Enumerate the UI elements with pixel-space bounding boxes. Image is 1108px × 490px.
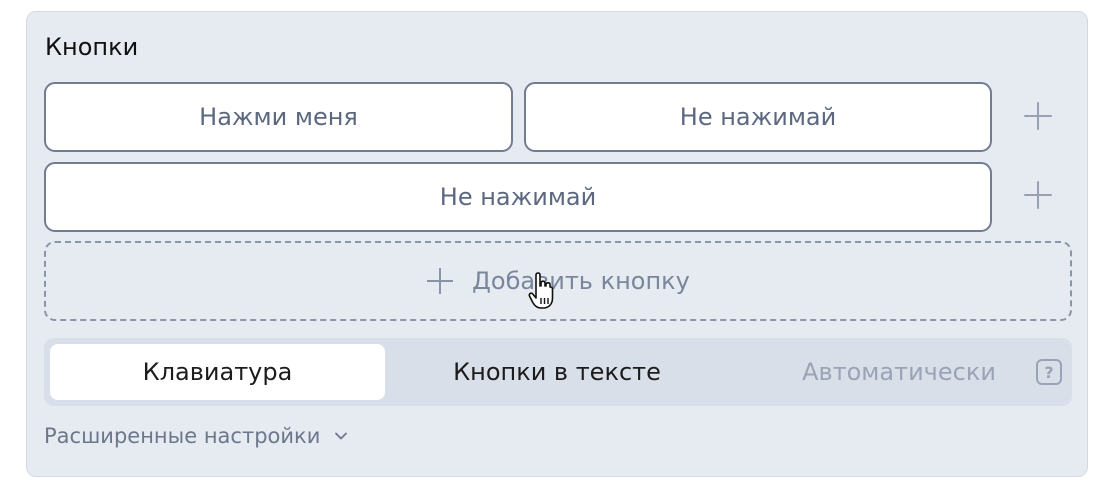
tab-keyboard[interactable]: Клавиатура: [50, 344, 385, 400]
tab-inline-buttons[interactable]: Кнопки в тексте: [387, 344, 727, 400]
advanced-settings-label: Расширенные настройки: [44, 424, 321, 448]
plus-icon: [426, 267, 454, 295]
chevron-down-icon: [335, 432, 348, 440]
add-button-label: Добавить кнопку: [472, 267, 690, 295]
keyboard-button[interactable]: Не нажимай: [524, 82, 992, 152]
add-to-row-plus-icon[interactable]: [1022, 179, 1054, 211]
add-to-row-plus-icon[interactable]: [1022, 100, 1054, 132]
keyboard-type-segmented-control: Клавиатура Кнопки в тексте Автоматически: [44, 338, 1072, 406]
keyboard-button[interactable]: Не нажимай: [44, 162, 992, 232]
advanced-settings-toggle[interactable]: Расширенные настройки: [44, 424, 348, 448]
add-button-row[interactable]: Добавить кнопку: [44, 241, 1072, 321]
keyboard-button[interactable]: Нажми меня: [44, 82, 513, 152]
section-title: Кнопки: [45, 33, 139, 61]
tab-automatic: Автоматически: [802, 358, 996, 386]
question-icon[interactable]: ?: [1036, 359, 1062, 385]
hand-cursor-icon: [528, 272, 554, 309]
